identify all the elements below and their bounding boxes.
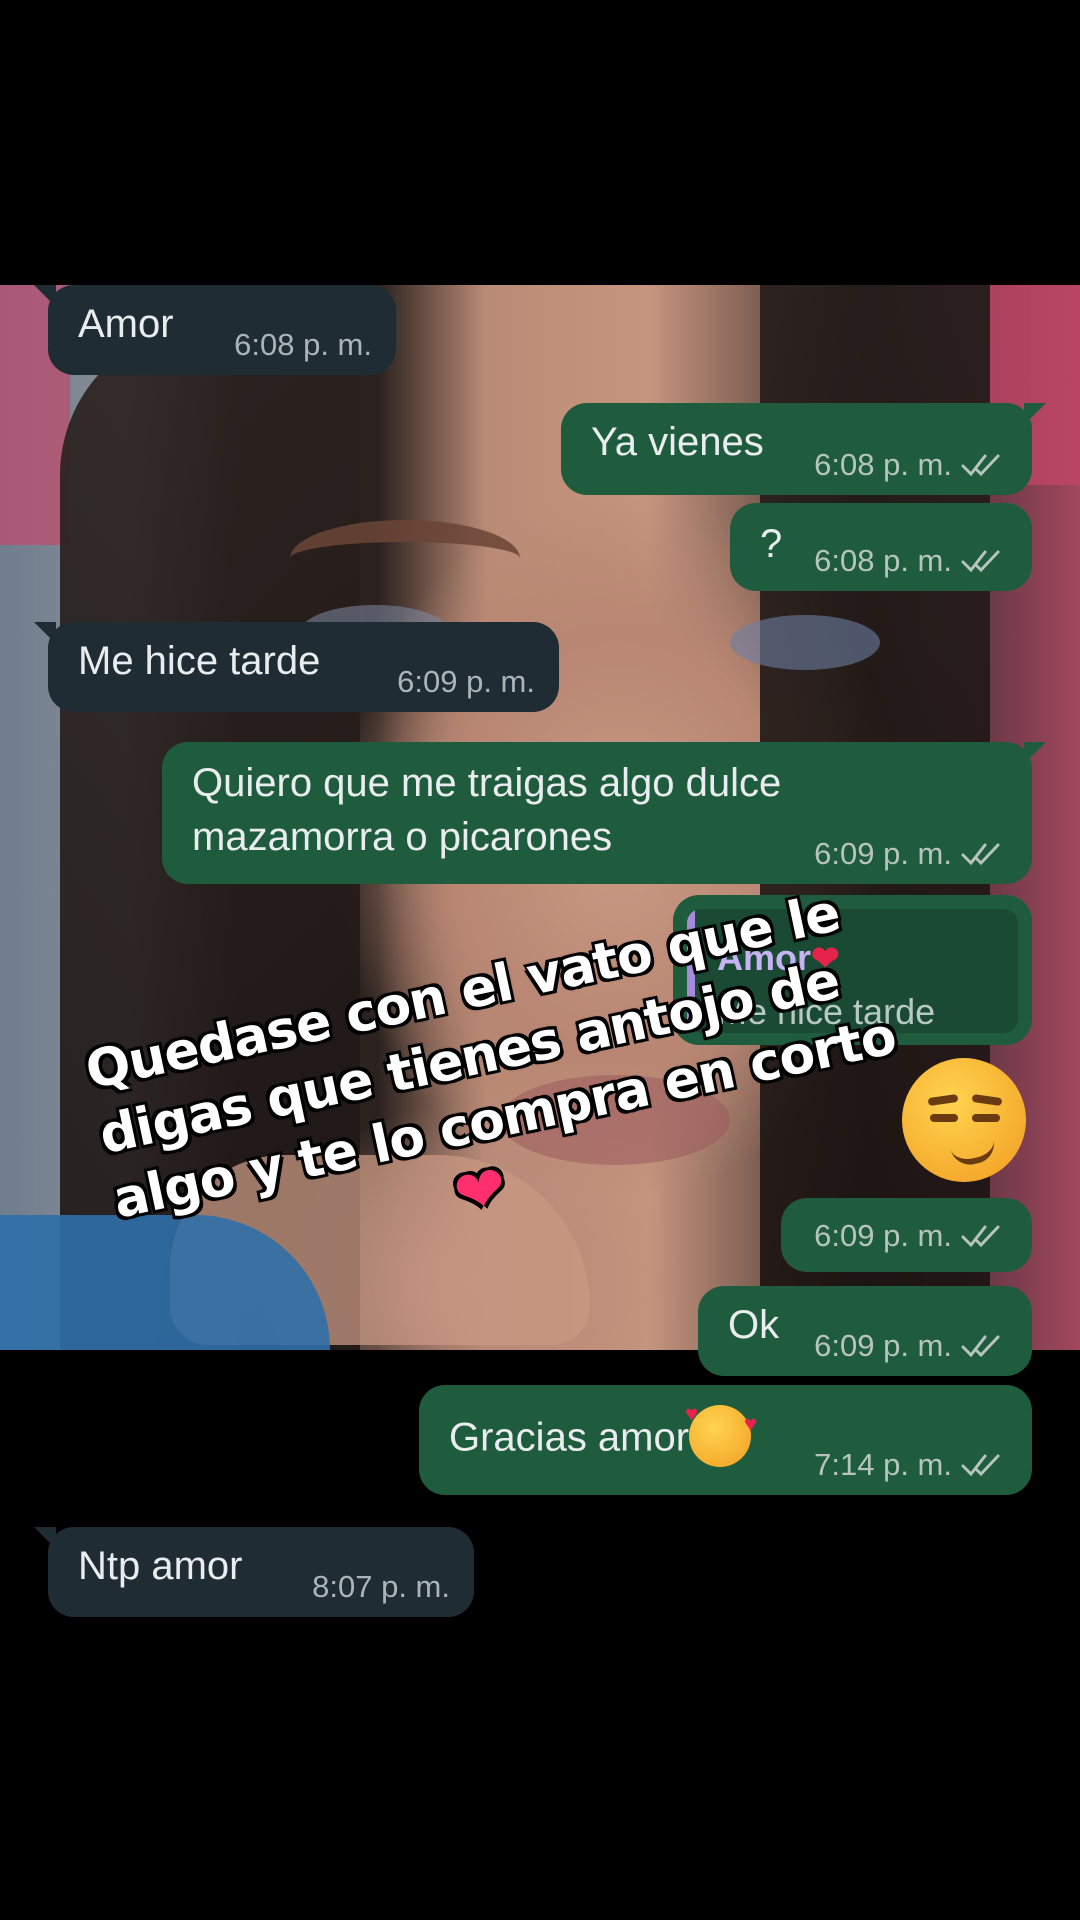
message-meta: 6:09 p. m. [814,1218,1008,1254]
message-bubble-incoming[interactable]: Me hice tarde 6:09 p. m. [34,622,559,712]
message-text: ? [760,522,783,566]
message-meta: 7:14 p. m. [814,1447,1008,1483]
message-bubble-outgoing[interactable]: Quiero que me traigas algo dulce mazamor… [162,742,1046,884]
double-check-icon [961,1454,1000,1477]
message-meta: 6:08 p. m. [814,447,1008,483]
message-text: Me hice tarde [78,639,321,683]
chat-screen: Amor 6:08 p. m. Ya vienes 6:08 p. m. ? 6… [0,0,1080,1920]
message-bubble-outgoing[interactable]: Ok 6:09 p. m. [698,1286,1032,1376]
message-meta: 6:09 p. m. [814,1328,1008,1364]
message-text: Gracias amor ♥ ♥ [449,1403,757,1471]
message-time: 6:08 p. m. [814,447,952,482]
message-text: Ya vienes [591,420,764,464]
message-text-line: mazamorra o picarones [192,815,613,859]
message-bubble-incoming[interactable]: Amor 6:08 p. m. [34,285,396,375]
double-check-icon [961,1335,1000,1358]
photo-eye [730,615,880,670]
message-bubble-incoming[interactable]: Ntp amor 8:07 p. m. [34,1527,474,1617]
smirking-face-emoji [902,1058,1026,1182]
double-check-icon [961,550,1000,573]
emoji-brow [927,1093,959,1107]
message-time: 8:07 p. m. [312,1569,450,1604]
emoji-mouth [950,1139,998,1169]
emoji-brow [971,1093,1003,1107]
message-time: 6:08 p. m. [814,543,952,578]
photo-eyebrow [290,520,520,597]
double-check-icon [961,843,1000,866]
emoji-eye [972,1114,1000,1122]
message-time: 6:08 p. m. [234,327,372,362]
double-check-icon [961,454,1000,477]
message-bubble-outgoing[interactable]: Gracias amor ♥ ♥ 7:14 p. m. [419,1385,1032,1495]
bubble-tail [34,1527,56,1549]
message-time: 7:14 p. m. [814,1447,952,1482]
message-bubble-outgoing[interactable]: ? 6:08 p. m. [730,503,1032,591]
message-meta: 6:09 p. m. [814,836,1008,872]
bubble-tail [1024,403,1046,425]
bubble-tail [34,622,56,644]
bubble-tail [34,285,56,307]
double-check-icon [961,1225,1000,1248]
emoji-eye [930,1114,958,1122]
message-text: Quiero que me traigas algo dulce mazamor… [192,756,781,864]
message-meta: 6:08 p. m. [814,543,1008,579]
smiling-face-with-hearts-emoji: ♥ ♥ [685,1403,757,1467]
message-time: 6:09 p. m. [814,1328,952,1363]
message-text: Ntp amor [78,1544,243,1588]
message-bubble-outgoing[interactable]: 6:09 p. m. [781,1198,1032,1272]
message-time: 6:09 p. m. [814,1218,952,1253]
message-text: Ok [728,1303,780,1347]
message-bubble-outgoing[interactable]: Ya vienes 6:08 p. m. [561,403,1046,495]
message-text-line: Quiero que me traigas algo dulce [192,761,782,805]
bubble-tail [1024,742,1046,764]
red-heart-emoji: ❤ [447,1149,513,1232]
message-text: Amor [78,302,174,346]
message-time: 6:09 p. m. [397,664,535,699]
message-time: 6:09 p. m. [814,836,952,871]
